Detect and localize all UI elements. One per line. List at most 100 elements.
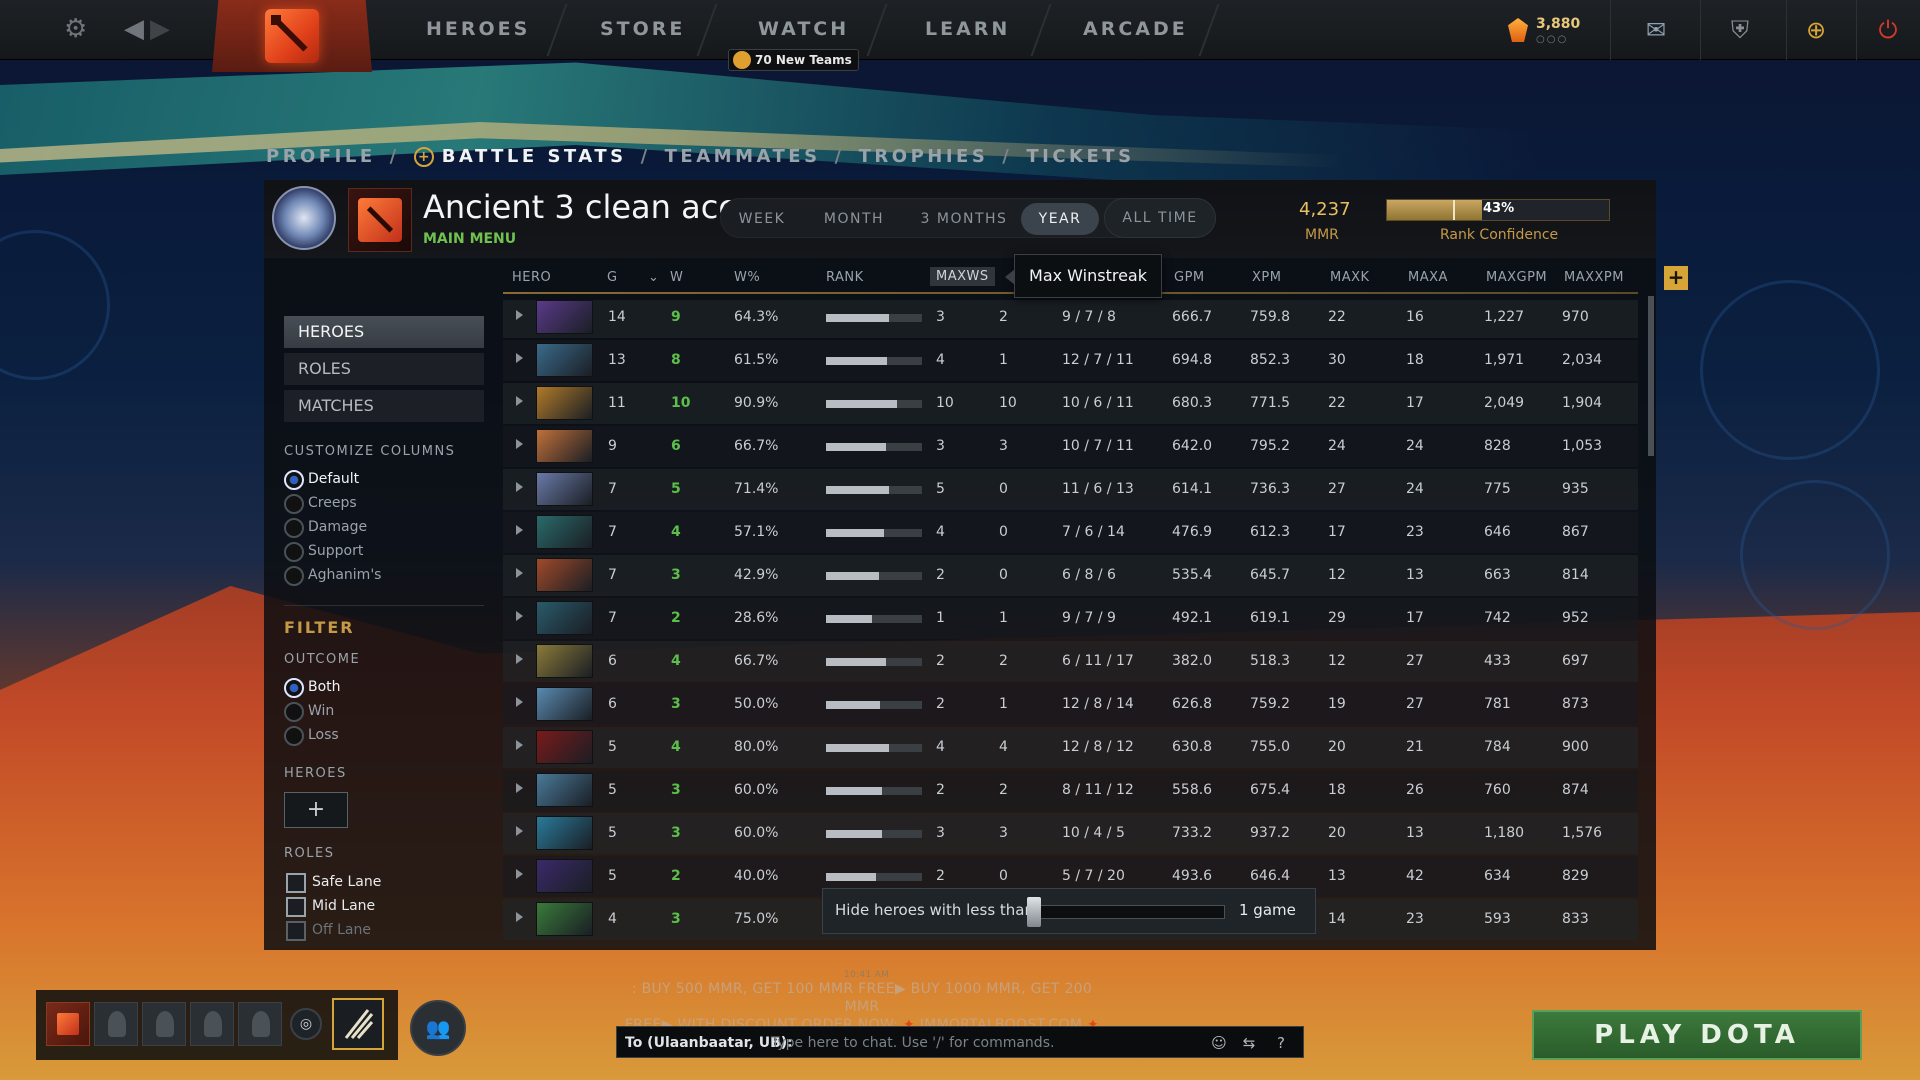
gear-icon[interactable]: ⚙ xyxy=(64,14,87,44)
hero-portrait[interactable] xyxy=(536,558,593,592)
party-slot-empty[interactable] xyxy=(190,1002,234,1046)
timeframe-month[interactable]: MONTH xyxy=(807,203,901,235)
table-row[interactable]: 7 5 71.4% 5 0 11 / 6 / 13 614.1 736.3 27 24 775 935 xyxy=(503,469,1638,510)
table-row[interactable]: 13 8 61.5% 4 1 12 / 7 / 11 694.8 852.3 30 18 1,971… xyxy=(503,340,1638,381)
col-gpm[interactable]: GPM xyxy=(1174,270,1205,285)
col-win-percent[interactable]: W% xyxy=(734,270,760,285)
armory-icon[interactable]: ⛨ xyxy=(1720,10,1760,50)
hero-portrait[interactable] xyxy=(536,859,593,893)
col-rank[interactable]: RANK xyxy=(826,270,864,285)
crumb-battle-stats[interactable]: + BATTLE STATS xyxy=(413,146,627,167)
table-row[interactable]: 7 3 42.9% 2 0 6 / 8 / 6 535.4 645.7 12 13 663 814 xyxy=(503,555,1638,596)
plus-subscription-icon[interactable]: ⊕ xyxy=(1796,10,1836,50)
expand-row-icon[interactable] xyxy=(516,826,523,836)
hero-portrait[interactable] xyxy=(536,902,593,936)
party-slot-empty[interactable] xyxy=(94,1002,138,1046)
crumb-trophies[interactable]: TROPHIES xyxy=(859,146,989,167)
table-row[interactable]: 6 4 66.7% 2 2 6 / 11 / 17 382.0 518.3 12 27 433 697 xyxy=(503,641,1638,682)
hero-portrait[interactable] xyxy=(536,386,593,420)
table-row[interactable]: 5 4 80.0% 4 4 12 / 8 / 12 630.8 755.0 20 21 784 900 xyxy=(503,727,1638,768)
chat-input-bar[interactable]: To (Ulaanbaatar, UB): Type here to chat.… xyxy=(616,1026,1304,1058)
table-row[interactable]: 6 3 50.0% 2 1 12 / 8 / 14 626.8 759.2 19 27 781 873 xyxy=(503,684,1638,725)
dota-plus-button[interactable] xyxy=(332,998,384,1050)
crumb-profile[interactable]: PROFILE xyxy=(266,146,376,167)
chat-messages-icon[interactable]: ✉ xyxy=(1636,10,1676,50)
expand-row-icon[interactable] xyxy=(516,697,523,707)
hero-portrait[interactable] xyxy=(536,300,593,334)
crumb-teammates[interactable]: TEAMMATES xyxy=(665,146,821,167)
hero-portrait[interactable] xyxy=(536,773,593,807)
col-max-assists[interactable]: MAXA xyxy=(1408,270,1448,285)
table-row[interactable]: 9 6 66.7% 3 3 10 / 7 / 11 642.0 795.2 24 24 828 1,0… xyxy=(503,426,1638,467)
col-max-xpm[interactable]: MAXXPM xyxy=(1564,270,1624,285)
forward-arrow-icon[interactable]: ▶ xyxy=(150,14,170,44)
play-dota-button[interactable]: PLAY DOTA xyxy=(1532,1010,1862,1060)
nav-watch[interactable]: WATCH xyxy=(758,18,849,40)
dota-home-tab[interactable] xyxy=(212,0,372,72)
back-arrow-icon[interactable]: ◀ xyxy=(124,14,144,44)
col-games[interactable]: G xyxy=(607,270,618,285)
chat-wheel-icon[interactable]: ⇆ xyxy=(1237,1031,1261,1055)
expand-row-icon[interactable] xyxy=(516,482,523,492)
nav-learn[interactable]: LEARN xyxy=(925,18,1010,40)
col-max-kills[interactable]: MAXK xyxy=(1330,270,1370,285)
voice-chat-icon[interactable]: ◎ xyxy=(290,1008,322,1040)
hero-portrait[interactable] xyxy=(536,472,593,506)
party-slot-empty[interactable] xyxy=(142,1002,186,1046)
chat-help-button[interactable]: ? xyxy=(1269,1031,1293,1055)
hero-portrait[interactable] xyxy=(536,644,593,678)
chat-channel-label[interactable]: To (Ulaanbaatar, UB): xyxy=(625,1035,793,1051)
expand-row-icon[interactable] xyxy=(516,912,523,922)
crumb-tickets[interactable]: TICKETS xyxy=(1026,146,1134,167)
expand-row-icon[interactable] xyxy=(516,525,523,535)
expand-row-icon[interactable] xyxy=(516,568,523,578)
table-row[interactable]: 14 9 64.3% 3 2 9 / 7 / 8 666.7 759.8 22 16 1,227 97… xyxy=(503,300,1638,338)
hero-portrait[interactable] xyxy=(536,687,593,721)
table-row[interactable]: 7 2 28.6% 1 1 9 / 7 / 9 492.1 619.1 29 17 742 952 xyxy=(503,598,1638,639)
expand-row-icon[interactable] xyxy=(516,310,523,320)
min-games-slider-handle[interactable] xyxy=(1027,897,1041,927)
profile-subtitle[interactable]: MAIN MENU xyxy=(423,231,516,247)
hero-portrait[interactable] xyxy=(536,816,593,850)
table-row[interactable]: 11 10 90.9% 10 10 10 / 6 / 11 680.3 771.5 22 17 2,… xyxy=(503,383,1638,424)
table-scrollbar[interactable] xyxy=(1648,296,1654,456)
add-column-button[interactable]: + xyxy=(1664,266,1688,290)
col-max-gpm[interactable]: MAXGPM xyxy=(1486,270,1547,285)
expand-row-icon[interactable] xyxy=(516,611,523,621)
expand-row-icon[interactable] xyxy=(516,783,523,793)
expand-row-icon[interactable] xyxy=(516,869,523,879)
party-slot-self[interactable] xyxy=(46,1002,90,1046)
timeframe-year[interactable]: YEAR xyxy=(1021,203,1099,235)
party-slot-empty[interactable] xyxy=(238,1002,282,1046)
expand-row-icon[interactable] xyxy=(516,654,523,664)
timeframe-all-time[interactable]: ALL TIME xyxy=(1104,198,1216,238)
table-row[interactable]: 7 4 57.1% 4 0 7 / 6 / 14 476.9 612.3 17 23 646 867 xyxy=(503,512,1638,553)
col-hero[interactable]: HERO xyxy=(512,270,551,285)
sort-chevron-down-icon[interactable]: ⌄ xyxy=(648,270,659,285)
chat-input[interactable]: Type here to chat. Use '/' for commands. xyxy=(771,1035,1054,1051)
col-wins[interactable]: W xyxy=(670,270,683,285)
nav-store[interactable]: STORE xyxy=(600,18,685,40)
min-games-slider-track[interactable] xyxy=(1031,905,1225,919)
hero-portrait[interactable] xyxy=(536,601,593,635)
friends-button[interactable]: 👥 xyxy=(410,1000,466,1056)
hero-portrait[interactable] xyxy=(536,730,593,764)
power-icon[interactable]: ⏻ xyxy=(1868,10,1908,50)
nav-heroes[interactable]: HEROES xyxy=(426,18,530,40)
timeframe-3-months[interactable]: 3 MONTHS xyxy=(907,203,1021,235)
hero-portrait[interactable] xyxy=(536,343,593,377)
table-row[interactable]: 5 3 60.0% 3 3 10 / 4 / 5 733.2 937.2 20 13 1,180 1,… xyxy=(503,813,1638,854)
hero-portrait[interactable] xyxy=(536,515,593,549)
col-xpm[interactable]: XPM xyxy=(1252,270,1281,285)
expand-row-icon[interactable] xyxy=(516,439,523,449)
timeframe-week[interactable]: WEEK xyxy=(727,203,797,235)
col-max-winstreak[interactable]: MAXWS xyxy=(930,267,995,286)
emoji-icon[interactable]: ☺ xyxy=(1207,1031,1231,1055)
avatar[interactable] xyxy=(348,188,412,252)
hero-portrait[interactable] xyxy=(536,429,593,463)
expand-row-icon[interactable] xyxy=(516,740,523,750)
expand-row-icon[interactable] xyxy=(516,353,523,363)
nav-arcade[interactable]: ARCADE xyxy=(1083,18,1188,40)
table-row[interactable]: 5 3 60.0% 2 2 8 / 11 / 12 558.6 675.4 18 26 760 874 xyxy=(503,770,1638,811)
expand-row-icon[interactable] xyxy=(516,396,523,406)
